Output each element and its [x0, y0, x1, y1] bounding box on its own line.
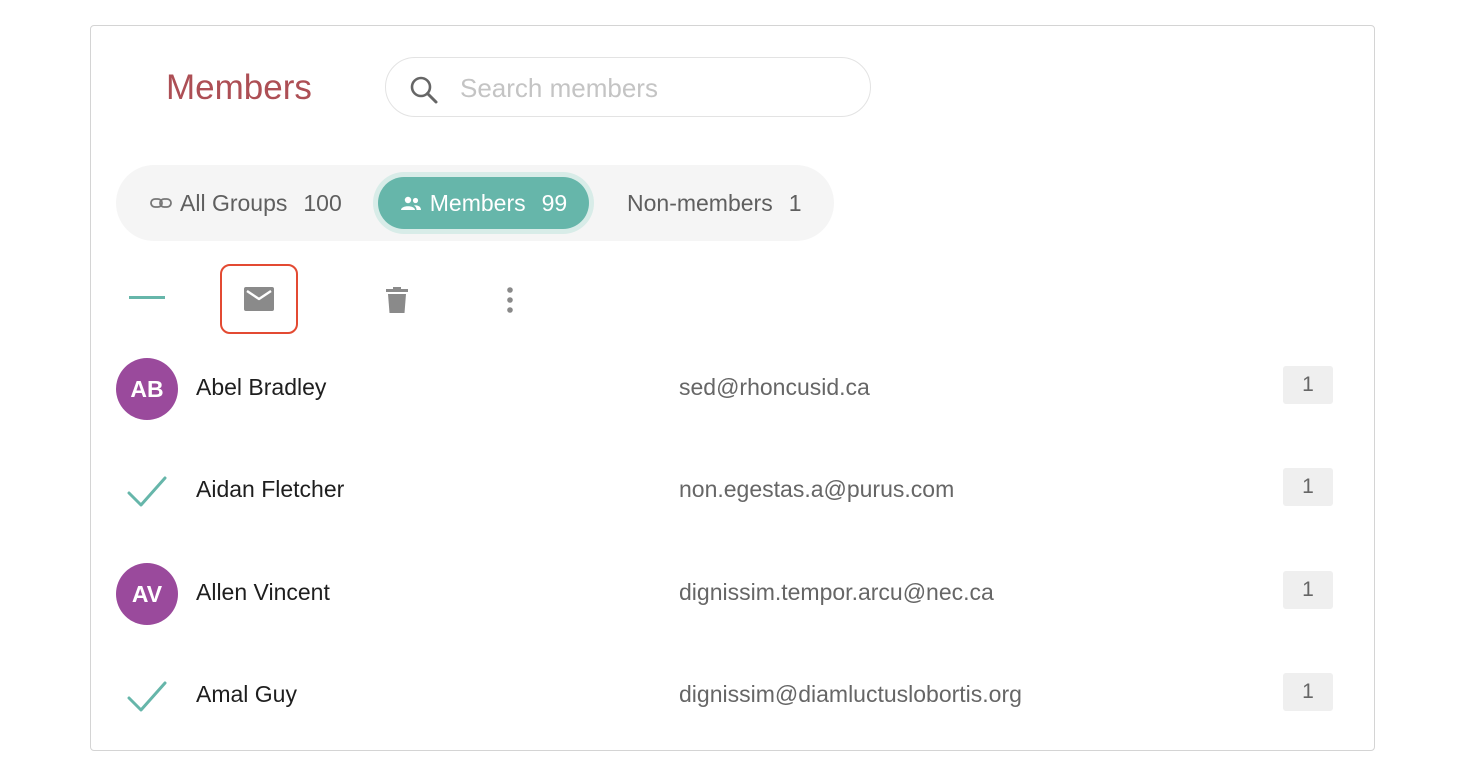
group-count-badge: 1 [1283, 366, 1333, 404]
avatar[interactable]: AV [116, 563, 178, 625]
delete-button[interactable] [375, 278, 419, 322]
group-count-badge: 1 [1283, 673, 1333, 711]
search-input[interactable] [458, 68, 842, 108]
send-email-button[interactable] [220, 264, 298, 334]
group-filter-bar: All Groups 100 Members 99 Non-members 1 [116, 165, 834, 241]
member-email: dignissim.tempor.arcu@nec.ca [679, 579, 994, 605]
filter-non-members[interactable]: Non-members 1 [627, 165, 802, 241]
member-row[interactable]: Aidan Fletcher non.egestas.a@purus.com 1 [116, 460, 1336, 524]
filter-members-label: Members [429, 189, 526, 216]
members-card: Members All Groups 100 Members 99 [90, 25, 1375, 751]
member-name: Allen Vincent [196, 579, 330, 605]
member-email: sed@rhoncusid.ca [679, 374, 870, 400]
member-email: dignissim@diamluctuslobortis.org [679, 681, 1022, 707]
checkmark-icon[interactable] [126, 677, 168, 717]
filter-all-groups-count: 100 [303, 189, 342, 216]
member-email: non.egestas.a@purus.com [679, 476, 955, 502]
member-row[interactable]: AV Allen Vincent dignissim.tempor.arcu@n… [116, 563, 1336, 627]
more-vertical-icon [507, 287, 513, 313]
mail-icon [244, 287, 274, 311]
filter-all-groups-label: All Groups [180, 189, 288, 216]
search-box[interactable] [385, 57, 871, 117]
checkmark-icon[interactable] [126, 472, 168, 512]
filter-all-groups[interactable]: All Groups 100 [150, 165, 342, 241]
group-count-badge: 1 [1283, 571, 1333, 609]
trash-icon [386, 287, 408, 313]
search-icon [410, 76, 438, 104]
more-options-button[interactable] [492, 278, 528, 322]
link-icon [150, 198, 172, 208]
member-row[interactable]: AB Abel Bradley sed@rhoncusid.ca 1 [116, 358, 1336, 422]
page-title: Members [166, 68, 312, 107]
select-all-dash-icon[interactable] [127, 276, 167, 316]
filter-non-members-count: 1 [788, 189, 802, 216]
member-name: Amal Guy [196, 681, 297, 707]
filter-members[interactable]: Members 99 [378, 177, 589, 229]
member-name: Abel Bradley [196, 374, 327, 400]
member-row[interactable]: Amal Guy dignissim@diamluctuslobortis.or… [116, 665, 1336, 729]
filter-members-count: 99 [541, 189, 568, 216]
member-name: Aidan Fletcher [196, 476, 345, 502]
group-count-badge: 1 [1283, 468, 1333, 506]
filter-non-members-label: Non-members [627, 189, 773, 216]
avatar[interactable]: AB [116, 358, 178, 420]
people-icon [400, 196, 421, 210]
